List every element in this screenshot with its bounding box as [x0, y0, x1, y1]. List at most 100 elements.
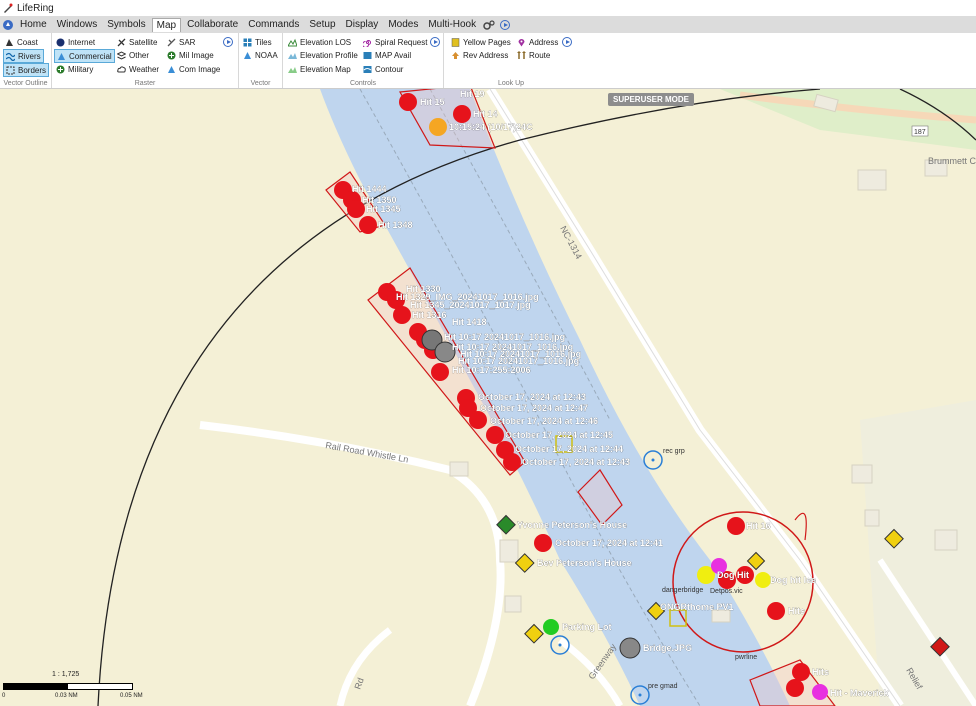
- tiles-button[interactable]: Tiles: [243, 36, 272, 48]
- contour-button[interactable]: Contour: [363, 63, 403, 75]
- label-oct-1246: October 17, 2024 at 12:46: [490, 416, 598, 426]
- layers-icon: [117, 50, 126, 60]
- raster-label: Raster: [134, 80, 156, 87]
- vector-label: Vector: [250, 80, 271, 87]
- elevation-map-icon: [288, 66, 297, 73]
- elevation-profile-button[interactable]: Elevation Profile: [288, 49, 358, 61]
- menu-modes[interactable]: Modes: [384, 18, 422, 31]
- internet-button[interactable]: Internet: [56, 36, 95, 48]
- map-avail-icon: [363, 51, 372, 59]
- window-titlebar: LifeRing: [0, 0, 976, 16]
- mil-image-button[interactable]: Mil Image: [167, 49, 214, 61]
- address-button[interactable]: Address: [517, 36, 558, 48]
- menu-commands[interactable]: Commands: [244, 18, 303, 31]
- menu-setup[interactable]: Setup: [305, 18, 339, 31]
- label-ongr: ONGRthome PV1: [660, 602, 734, 612]
- menu-symbols[interactable]: Symbols: [103, 18, 149, 31]
- label-hit-s: Hits: [812, 667, 829, 677]
- label-oct-1243b: October 17, 2024 at 12:43: [522, 457, 630, 467]
- elevation-los-button[interactable]: Elevation LOS: [288, 36, 351, 48]
- globe-icon: [56, 38, 65, 46]
- tiles-icon: [243, 38, 252, 46]
- liferung-app-icon: [4, 3, 13, 13]
- menu-collaborate[interactable]: Collaborate: [183, 18, 242, 31]
- menu-map[interactable]: Map: [151, 17, 182, 32]
- military-button[interactable]: Military: [56, 63, 93, 75]
- label-hit14: Hit 14: [473, 109, 498, 119]
- rev-address-icon: [452, 51, 459, 59]
- noaa-button[interactable]: NOAA: [243, 49, 278, 61]
- menu-display[interactable]: Display: [342, 18, 383, 31]
- label-hit1444: Hit 1444: [352, 184, 387, 194]
- label-time-2424: 10:15:24 (10/17)24C: [449, 122, 533, 132]
- map-canvas[interactable]: NC-1314 Rail Road Whistle Ln Rd Greenway…: [0, 89, 976, 706]
- other-button[interactable]: Other: [117, 49, 149, 61]
- rivers-button[interactable]: Rivers: [3, 49, 44, 63]
- label-pre-gmad: pre gmad: [648, 683, 678, 690]
- sar-icon: [167, 38, 176, 46]
- controls-expand-button[interactable]: [430, 37, 440, 47]
- label-hits: Hits: [788, 606, 805, 616]
- menu-expand-button[interactable]: [500, 19, 511, 30]
- raster-expand-button[interactable]: [223, 37, 233, 47]
- borders-button[interactable]: Borders: [3, 63, 50, 77]
- map-avail-button[interactable]: MAP Avail: [363, 49, 411, 61]
- commercial-button[interactable]: Commercial: [54, 49, 115, 63]
- menu-windows[interactable]: Windows: [53, 18, 102, 31]
- orange-marker[interactable]: [429, 118, 447, 136]
- map-svg[interactable]: NC-1314 Rail Road Whistle Ln Rd Greenway…: [0, 89, 976, 706]
- elevation-los-icon: [288, 38, 297, 46]
- label-oct-1244: October 17, 2024 at 12:44: [515, 444, 623, 454]
- com-image-button[interactable]: Com Image: [167, 63, 220, 75]
- label-hit1345: Hit 1345: [366, 204, 401, 214]
- app-menu-button[interactable]: [3, 19, 13, 30]
- address-pin-icon: [518, 38, 525, 46]
- sar-button[interactable]: SAR: [167, 36, 195, 48]
- mode-badge: SUPERUSER MODE: [608, 93, 695, 106]
- com-image-icon: [168, 65, 175, 73]
- label-hit1348: Hit 1348: [378, 220, 413, 230]
- label-oct-1245: October 17, 2024 at 12:45: [505, 430, 613, 440]
- label-hit1418: Hit 1418: [452, 317, 487, 327]
- light-area: [860, 400, 976, 706]
- cloud-icon: [117, 65, 126, 72]
- coast-button[interactable]: Coast: [5, 36, 38, 48]
- satellite-button[interactable]: Satellite: [117, 36, 157, 48]
- green-marker[interactable]: [543, 619, 559, 635]
- military-icon: [56, 65, 65, 73]
- label-danger: dangerbridge: [662, 587, 703, 594]
- label-detpos: Detpos.vic: [710, 588, 743, 595]
- label-oct-1247: October 17, 2024 at 12:47: [480, 403, 588, 413]
- label-hit16: Hit 16: [746, 521, 771, 531]
- vector-outline-group: Coast Rivers Borders Vector Outline: [0, 33, 52, 88]
- rev-address-button[interactable]: Rev Address: [451, 49, 508, 61]
- label-rec-grp: rec grp: [663, 448, 685, 455]
- label-hit19: Hit 19: [460, 89, 485, 99]
- spiral-icon: [363, 39, 371, 47]
- route-button[interactable]: Route: [517, 49, 550, 61]
- scale-tick-2: 0.05 NM: [120, 693, 143, 699]
- look-up-group: Yellow Pages Rev Address Address Route L…: [444, 33, 578, 88]
- scale-bar: 1 : 1,725 0 0.03 NM 0.05 NM: [0, 666, 150, 706]
- raster-group: Internet Commercial Military Satellite O…: [52, 33, 239, 88]
- road-label-187: 187: [914, 129, 926, 136]
- elevation-map-button[interactable]: Elevation Map: [288, 63, 351, 75]
- ribbon-toolbar: Coast Rivers Borders Vector Outline Inte…: [0, 33, 976, 89]
- spiral-request-button[interactable]: Spiral Request: [363, 36, 427, 48]
- label-dog-hit: Dog Hit: [717, 570, 749, 580]
- label-hit10: Hit 10:17:255:2006: [452, 365, 531, 375]
- contour-icon: [363, 65, 372, 73]
- label-parking: Parking Lot: [562, 622, 612, 632]
- noaa-icon: [244, 51, 251, 59]
- place-label-brummett: Brummett C: [928, 156, 976, 166]
- menu-home[interactable]: Home: [16, 18, 51, 31]
- look-up-label: Look Up: [497, 80, 525, 87]
- label-bridge: Bridge.JPG: [643, 643, 692, 653]
- weather-button[interactable]: Weather: [117, 63, 159, 75]
- yellow-pages-button[interactable]: Yellow Pages: [451, 36, 511, 48]
- label-dog-hit-b: Dog hit lee: [770, 575, 816, 585]
- gears-icon[interactable]: [483, 19, 495, 30]
- look-up-expand-button[interactable]: [562, 37, 572, 47]
- menu-multi-hook[interactable]: Multi-Hook: [424, 18, 480, 31]
- window-title: LifeRing: [17, 2, 54, 14]
